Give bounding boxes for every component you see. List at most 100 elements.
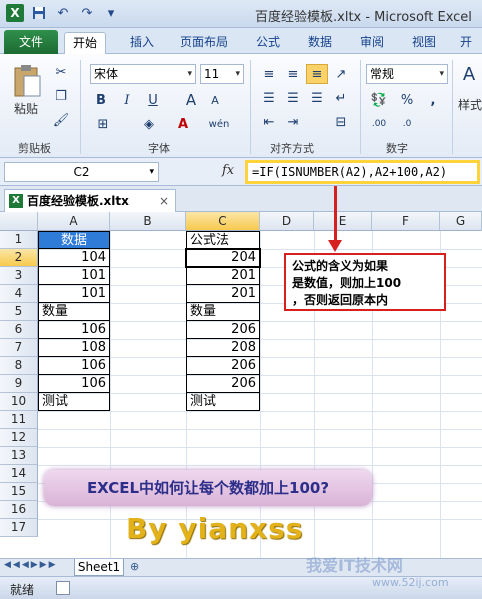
cell-a9[interactable]: 106 bbox=[38, 375, 110, 393]
underline-button[interactable]: U bbox=[142, 90, 164, 110]
row-header[interactable]: 10 bbox=[0, 393, 38, 411]
cell-c8[interactable]: 206 bbox=[186, 357, 260, 375]
orientation-icon[interactable]: ↗ bbox=[330, 64, 352, 84]
cut-icon[interactable]: ✂ bbox=[50, 62, 72, 82]
row-header[interactable]: 6 bbox=[0, 321, 38, 339]
copy-icon[interactable]: ❐ bbox=[50, 86, 72, 106]
paste-icon[interactable] bbox=[10, 62, 44, 100]
column-header-g[interactable]: G bbox=[440, 212, 482, 231]
paste-label[interactable]: 粘贴 bbox=[14, 100, 38, 117]
align-left-icon[interactable]: ☰ bbox=[258, 88, 280, 108]
decrease-decimal-icon[interactable]: .0 bbox=[396, 114, 418, 134]
macro-record-icon[interactable] bbox=[56, 581, 70, 595]
tab-home[interactable]: 开始 bbox=[64, 32, 107, 54]
cell-c7[interactable]: 208 bbox=[186, 339, 260, 357]
tab-review[interactable]: 审阅 bbox=[352, 32, 392, 54]
accounting-icon[interactable]: 💱 bbox=[368, 90, 390, 110]
insert-function-icon[interactable]: fx bbox=[222, 163, 234, 178]
row-header[interactable]: 11 bbox=[0, 411, 38, 429]
row-header[interactable]: 1 bbox=[0, 231, 38, 249]
percent-icon[interactable]: % bbox=[396, 90, 418, 110]
number-format-select[interactable]: 常规 ▾ bbox=[366, 64, 448, 84]
row-header[interactable]: 17 bbox=[0, 519, 38, 537]
save-icon[interactable] bbox=[30, 4, 48, 22]
grow-font-button[interactable]: A bbox=[180, 90, 202, 110]
tab-insert[interactable]: 插入 bbox=[122, 32, 162, 54]
cell-a10[interactable]: 测试 bbox=[38, 393, 110, 411]
styles-label[interactable]: 样式 bbox=[458, 96, 482, 113]
formula-input[interactable]: =IF(ISNUMBER(A2),A2+100,A2) bbox=[245, 160, 480, 184]
cell-a7[interactable]: 108 bbox=[38, 339, 110, 357]
decrease-indent-icon[interactable]: ⇤ bbox=[258, 112, 280, 132]
fill-color-icon[interactable]: ◈ bbox=[138, 114, 160, 134]
cell-a1[interactable]: 数据 bbox=[38, 231, 110, 249]
align-bottom-icon[interactable]: ≡ bbox=[306, 64, 328, 84]
sheet-nav-icons[interactable]: ◀◀◀▶▶▶ bbox=[4, 560, 58, 570]
workbook-tab[interactable]: X 百度经验模板.xltx × bbox=[4, 189, 176, 212]
align-top-icon[interactable]: ≡ bbox=[258, 64, 280, 84]
font-color-icon[interactable]: A bbox=[172, 114, 194, 134]
row-header[interactable]: 13 bbox=[0, 447, 38, 465]
shrink-font-button[interactable]: A bbox=[204, 90, 226, 110]
cell-a2[interactable]: 104 bbox=[38, 249, 110, 267]
cell-c3[interactable]: 201 bbox=[186, 267, 260, 285]
undo-icon[interactable]: ↶ bbox=[54, 4, 72, 22]
select-all-corner[interactable] bbox=[0, 212, 38, 231]
tab-page-layout[interactable]: 页面布局 bbox=[172, 32, 236, 54]
format-painter-icon[interactable]: 🖌 bbox=[50, 110, 72, 130]
cell-c4[interactable]: 201 bbox=[186, 285, 260, 303]
increase-decimal-icon[interactable]: .00 bbox=[368, 114, 390, 134]
tab-view[interactable]: 视图 bbox=[404, 32, 444, 54]
align-center-icon[interactable]: ☰ bbox=[282, 88, 304, 108]
font-size-select[interactable]: 11 ▾ bbox=[200, 64, 244, 84]
row-header[interactable]: 14 bbox=[0, 465, 38, 483]
row-header[interactable]: 4 bbox=[0, 285, 38, 303]
font-name-select[interactable]: 宋体 ▾ bbox=[90, 64, 196, 84]
column-header-c[interactable]: C bbox=[186, 212, 260, 231]
increase-indent-icon[interactable]: ⇥ bbox=[282, 112, 304, 132]
cell-c5[interactable]: 数量 bbox=[186, 303, 260, 321]
column-header-d[interactable]: D bbox=[260, 212, 314, 231]
tab-file[interactable]: 文件 bbox=[4, 30, 58, 54]
column-header-a[interactable]: A bbox=[38, 212, 110, 231]
comma-icon[interactable]: , bbox=[422, 90, 444, 110]
cell-a6[interactable]: 106 bbox=[38, 321, 110, 339]
row-header[interactable]: 7 bbox=[0, 339, 38, 357]
cell-c10[interactable]: 测试 bbox=[186, 393, 260, 411]
cell-c6[interactable]: 206 bbox=[186, 321, 260, 339]
row-header[interactable]: 5 bbox=[0, 303, 38, 321]
align-middle-icon[interactable]: ≡ bbox=[282, 64, 304, 84]
row-header[interactable]: 9 bbox=[0, 375, 38, 393]
column-header-e[interactable]: E bbox=[314, 212, 372, 231]
styles-icon[interactable]: A bbox=[458, 64, 480, 85]
cell-a5[interactable]: 数量 bbox=[38, 303, 110, 321]
sheet-tab-sheet1[interactable]: Sheet1 bbox=[74, 559, 124, 576]
bold-button[interactable]: B bbox=[90, 90, 112, 110]
italic-button[interactable]: I bbox=[116, 90, 138, 110]
column-header-b[interactable]: B bbox=[110, 212, 186, 231]
row-header[interactable]: 12 bbox=[0, 429, 38, 447]
name-box[interactable]: C2 ▾ bbox=[4, 162, 159, 182]
row-header[interactable]: 3 bbox=[0, 267, 38, 285]
cell-a4[interactable]: 101 bbox=[38, 285, 110, 303]
row-header[interactable]: 15 bbox=[0, 483, 38, 501]
cell-c1[interactable]: 公式法 bbox=[186, 231, 260, 249]
phonetic-icon[interactable]: wén bbox=[208, 114, 230, 134]
row-header[interactable]: 16 bbox=[0, 501, 38, 519]
borders-icon[interactable]: ⊞ bbox=[92, 114, 114, 134]
insert-sheet-icon[interactable]: ⊕ bbox=[130, 560, 139, 573]
tab-data[interactable]: 数据 bbox=[300, 32, 340, 54]
merge-center-icon[interactable]: ⊟ bbox=[330, 112, 352, 132]
cell-a3[interactable]: 101 bbox=[38, 267, 110, 285]
cell-a8[interactable]: 106 bbox=[38, 357, 110, 375]
customize-qat-icon[interactable]: ▾ bbox=[102, 4, 120, 22]
row-header[interactable]: 2 bbox=[0, 249, 38, 267]
align-right-icon[interactable]: ☰ bbox=[306, 88, 328, 108]
tab-developer[interactable]: 开发 bbox=[452, 32, 482, 69]
close-icon[interactable]: × bbox=[159, 190, 169, 212]
wrap-text-icon[interactable]: ↵ bbox=[330, 88, 352, 108]
redo-icon[interactable]: ↷ bbox=[78, 4, 96, 22]
cell-c9[interactable]: 206 bbox=[186, 375, 260, 393]
row-header[interactable]: 8 bbox=[0, 357, 38, 375]
column-header-f[interactable]: F bbox=[372, 212, 440, 231]
